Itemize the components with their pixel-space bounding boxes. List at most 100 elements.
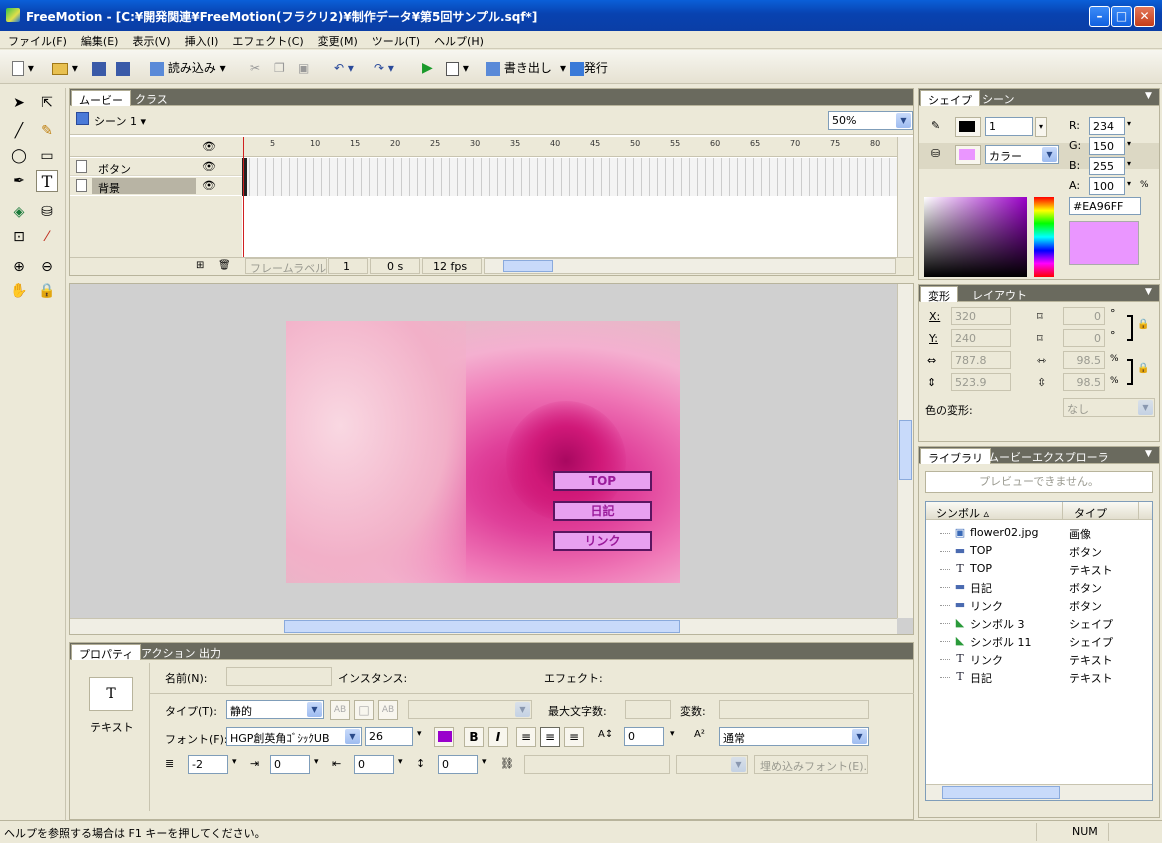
list-item[interactable]: ▣ flower02.jpg 画像: [926, 524, 1152, 542]
menu-tools[interactable]: ツール(T): [364, 31, 426, 49]
name-field[interactable]: [226, 667, 332, 686]
preview-icon[interactable]: ▾: [446, 58, 469, 78]
menu-effect[interactable]: エフェクト(C): [224, 31, 309, 49]
play-icon[interactable]: ▶: [422, 58, 433, 78]
line-spacing-dropdown-icon[interactable]: ▾: [482, 757, 487, 767]
stage-button-diary[interactable]: 日記: [553, 501, 652, 521]
panel-collapse-icon[interactable]: ▼: [1145, 287, 1152, 297]
a-field[interactable]: 100: [1089, 177, 1125, 195]
export-button[interactable]: 書き出し: [486, 58, 552, 78]
undo-icon[interactable]: ↶ ▾: [334, 58, 354, 78]
line-spacing-field[interactable]: 0: [438, 755, 478, 774]
font-size-field[interactable]: 26: [365, 727, 413, 746]
scroll-thumb[interactable]: [942, 786, 1060, 799]
scroll-thumb[interactable]: [899, 420, 912, 480]
list-item[interactable]: T 日記 テキスト: [926, 668, 1152, 686]
fill-transform-icon[interactable]: ⊡: [8, 226, 30, 248]
maxchars-field[interactable]: [625, 700, 671, 719]
arrow-tool-icon[interactable]: ➤: [8, 92, 30, 114]
hex-field[interactable]: #EA96FF: [1069, 197, 1141, 215]
save-icon[interactable]: [92, 58, 106, 78]
width-field[interactable]: 787.8: [951, 351, 1011, 369]
tab-properties[interactable]: プロパティ: [71, 644, 142, 661]
border-icon[interactable]: □: [354, 700, 374, 720]
ink-bottle-icon[interactable]: ◈: [8, 201, 30, 223]
indent-left-field[interactable]: -2: [188, 755, 228, 774]
bold-button[interactable]: B: [464, 727, 484, 747]
panel-collapse-icon[interactable]: ▼: [1145, 449, 1152, 459]
col-symbol[interactable]: シンボル ▵: [936, 505, 989, 521]
list-item[interactable]: T TOP テキスト: [926, 560, 1152, 578]
spacing-dropdown-icon[interactable]: ▾: [670, 729, 675, 739]
font-select[interactable]: HGP創英角ｺﾞｼｯｸUB ▼: [226, 727, 362, 746]
text-color-button[interactable]: [434, 727, 454, 747]
new-file-icon[interactable]: ▾: [12, 58, 34, 78]
zoom-in-icon[interactable]: ⊕: [8, 256, 30, 278]
r-field[interactable]: 234: [1089, 117, 1125, 135]
scroll-thumb[interactable]: [284, 620, 680, 633]
list-item[interactable]: ▬ TOP ボタン: [926, 542, 1152, 560]
letter-spacing-field[interactable]: 0: [624, 727, 664, 746]
tab-movie-explorer[interactable]: ムービーエクスプローラ: [981, 448, 1116, 464]
stroke-width-field[interactable]: 1: [985, 117, 1033, 136]
text-tool-icon[interactable]: T: [36, 170, 58, 192]
align-left-icon[interactable]: ≡: [516, 727, 536, 747]
timeline-hscroll[interactable]: [484, 258, 896, 274]
height-field[interactable]: 523.9: [951, 373, 1011, 391]
frame-grid[interactable]: [242, 158, 897, 196]
skew-x-field[interactable]: 0: [1063, 307, 1105, 325]
align-center-icon[interactable]: ≡: [540, 727, 560, 747]
fill-type-select[interactable]: カラー ▼: [985, 145, 1059, 164]
url-field[interactable]: [524, 755, 670, 774]
b-field[interactable]: 255: [1089, 157, 1125, 175]
type-select[interactable]: 静的 ▼: [226, 700, 324, 719]
copy-icon[interactable]: ❐: [274, 58, 285, 78]
tab-scene[interactable]: シーン: [975, 90, 1021, 106]
add-layer-icon[interactable]: ⊞: [196, 260, 204, 271]
maximize-button[interactable]: □: [1111, 6, 1132, 27]
save-all-icon[interactable]: [116, 58, 130, 78]
eyedropper-icon[interactable]: ⁄: [36, 226, 58, 248]
frame-label-field[interactable]: フレームラベル: [245, 258, 327, 274]
redo-icon[interactable]: ↷ ▾: [374, 58, 394, 78]
oval-tool-icon[interactable]: ◯: [8, 145, 30, 167]
stage-hscroll[interactable]: [70, 618, 897, 634]
stroke-color-button[interactable]: [955, 117, 981, 137]
delete-layer-icon[interactable]: 🗑: [218, 260, 231, 271]
indent-dropdown-icon[interactable]: ▾: [232, 757, 237, 767]
list-item[interactable]: ▬ 日記 ボタン: [926, 578, 1152, 596]
scale-x-field[interactable]: 98.5: [1063, 351, 1105, 369]
visibility-icon[interactable]: 👁: [202, 160, 216, 173]
align-right-icon[interactable]: ≡: [564, 727, 584, 747]
right-margin-dropdown-icon[interactable]: ▾: [398, 757, 403, 767]
embed-font-button[interactable]: 埋め込みフォント(E)...: [754, 755, 868, 774]
line-tool-icon[interactable]: ╱: [8, 120, 30, 142]
eye-icon[interactable]: 👁: [202, 140, 216, 153]
hand-tool-icon[interactable]: ✋: [8, 280, 30, 302]
skew-y-field[interactable]: 0: [1063, 329, 1105, 347]
minimize-button[interactable]: –: [1089, 6, 1110, 27]
menu-insert[interactable]: 挿入(I): [177, 31, 225, 49]
close-button[interactable]: ✕: [1134, 6, 1155, 27]
visibility-icon[interactable]: 👁: [202, 179, 216, 192]
html-icon[interactable]: AB: [378, 700, 398, 720]
paint-bucket-icon[interactable]: ⛁: [36, 201, 58, 223]
scale-y-field[interactable]: 98.5: [1063, 373, 1105, 391]
panel-collapse-icon[interactable]: ▼: [1145, 91, 1152, 101]
italic-button[interactable]: I: [488, 727, 508, 747]
publish-button[interactable]: ▾ 発行: [560, 58, 608, 78]
list-item[interactable]: ▬ リンク ボタン: [926, 596, 1152, 614]
zoom-select[interactable]: 50% ▼: [828, 111, 913, 130]
stroke-dropdown-icon[interactable]: ▾: [1035, 117, 1047, 137]
b-dropdown-icon[interactable]: ▾: [1127, 159, 1131, 168]
subselect-tool-icon[interactable]: ⇱: [36, 92, 58, 114]
font-size-dropdown-icon[interactable]: ▾: [417, 729, 422, 739]
hue-slider[interactable]: [1034, 197, 1054, 277]
zoom-out-icon[interactable]: ⊖: [36, 256, 58, 278]
stage-button-link[interactable]: リンク: [553, 531, 652, 551]
left-margin-field[interactable]: 0: [270, 755, 310, 774]
cut-icon[interactable]: ✂: [250, 58, 260, 78]
tab-layout[interactable]: レイアウト: [965, 286, 1034, 302]
scene-selector[interactable]: シーン 1 ▾: [94, 113, 146, 129]
fill-color-button[interactable]: [955, 145, 981, 165]
